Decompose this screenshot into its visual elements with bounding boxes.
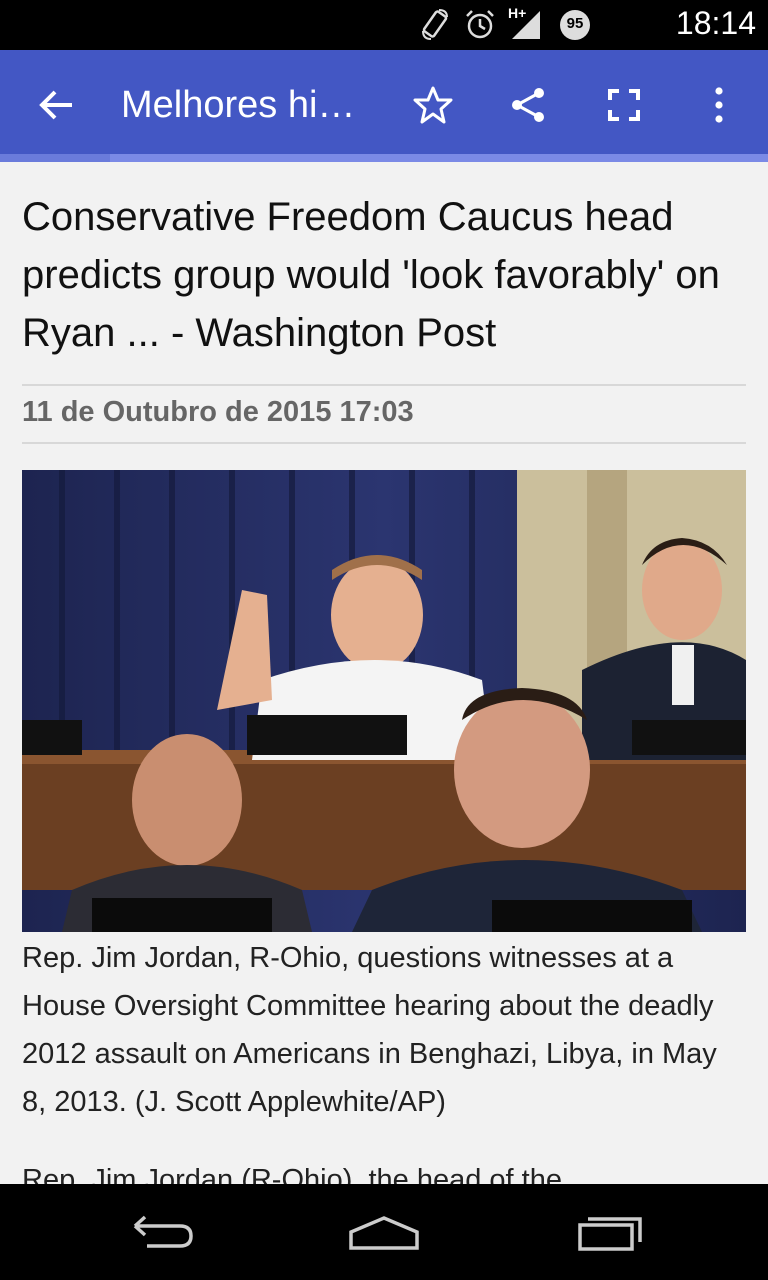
back-arrow-icon[interactable] <box>36 84 78 126</box>
battery-level: 95 <box>566 15 584 32</box>
home-nav-icon[interactable] <box>344 1210 424 1254</box>
app-title: Melhores hi… <box>121 84 356 126</box>
divider <box>22 442 746 444</box>
alarm-icon <box>464 9 496 41</box>
back-nav-icon[interactable] <box>120 1210 200 1254</box>
status-icons: H+ 95 <box>420 5 592 42</box>
network-type-label: H+ <box>508 5 527 21</box>
navigation-bar <box>0 1184 768 1280</box>
recents-nav-icon[interactable] <box>570 1210 650 1254</box>
overflow-menu-icon[interactable] <box>696 82 742 128</box>
article-photo[interactable] <box>22 470 746 932</box>
app-bar: Melhores hi… <box>0 50 768 162</box>
article-headline: Conservative Freedom Caucus head predict… <box>22 195 720 355</box>
rotate-icon <box>420 9 450 41</box>
article-date: 11 de Outubro de 2015 17:03 <box>22 396 414 428</box>
article-content[interactable]: Conservative Freedom Caucus head predict… <box>0 162 768 1184</box>
divider <box>22 384 746 386</box>
star-icon[interactable] <box>410 82 456 128</box>
app-bar-indicator <box>0 154 768 162</box>
share-icon[interactable] <box>505 82 551 128</box>
fullscreen-icon[interactable] <box>601 82 647 128</box>
signal-icon: H+ <box>508 5 544 41</box>
article-body: Rep. Jim Jordan (R-Ohio), the head of th… <box>22 1164 562 1184</box>
status-bar: H+ 95 18:14 <box>0 0 768 50</box>
clock: 18:14 <box>675 5 756 41</box>
photo-caption: Rep. Jim Jordan, R-Ohio, questions witne… <box>22 942 717 1118</box>
battery-icon: 95 <box>558 8 592 42</box>
